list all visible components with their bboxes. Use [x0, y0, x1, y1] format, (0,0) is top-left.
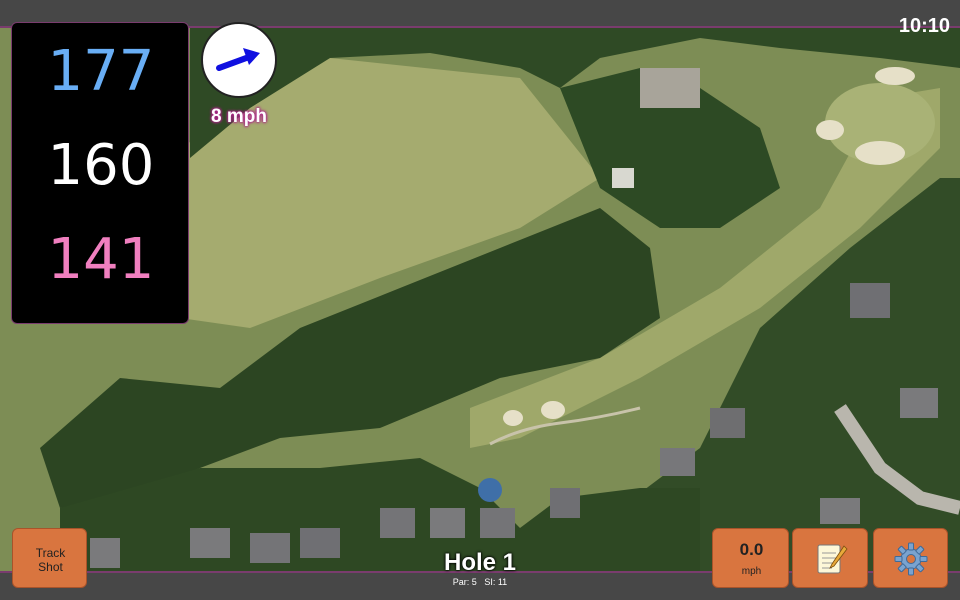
back-distance: 177 — [47, 39, 155, 104]
notes-button[interactable] — [792, 528, 868, 588]
wind-direction-dial — [201, 22, 277, 98]
gear-icon — [894, 542, 928, 576]
track-shot-button[interactable]: Track Shot — [12, 528, 87, 588]
middle-distance: 160 — [47, 133, 155, 198]
clock: 10:10 — [898, 15, 950, 37]
wind-speed-label: 8 mph — [211, 106, 267, 127]
track-shot-label-line1: Track — [35, 546, 66, 560]
par-label: Par: 5 — [452, 577, 477, 587]
hole-info: Par: 5 SI: 11 — [380, 577, 580, 587]
track-shot-label-line2: Shot — [38, 560, 63, 574]
wind-button-unit: mph — [741, 566, 762, 577]
front-distance: 141 — [47, 227, 155, 292]
wind-speed-button[interactable]: 0.0 mph — [712, 528, 789, 588]
notepad-icon — [817, 544, 848, 574]
hole-title: Hole 1 — [443, 549, 517, 576]
wind-button-value: 0.0 — [739, 540, 764, 559]
si-label: SI: 11 — [484, 577, 508, 587]
distance-panel: 177 160 141 — [11, 22, 189, 324]
settings-button[interactable] — [873, 528, 948, 588]
wind-arrow-icon — [216, 48, 260, 71]
